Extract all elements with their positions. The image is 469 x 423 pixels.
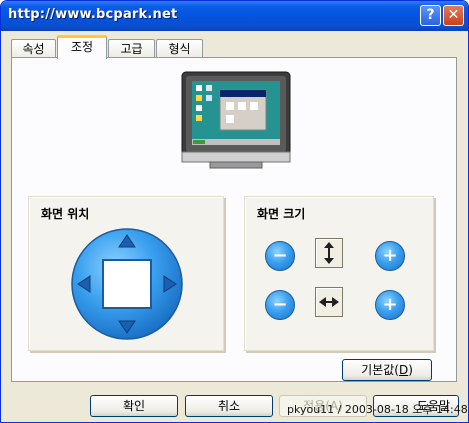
tab-adjust[interactable]: 조정 — [57, 35, 107, 59]
close-title-button[interactable]: ✕ — [443, 5, 464, 26]
horizontal-size-icon — [315, 287, 343, 317]
move-up-button[interactable] — [117, 231, 137, 251]
default-button-key: D — [398, 363, 409, 377]
plus-icon: + — [382, 245, 398, 266]
screen-position-title: 화면 위치 — [41, 207, 90, 221]
triangle-right-icon — [163, 275, 177, 293]
screen-size-title: 화면 크기 — [257, 207, 306, 221]
tab-panel-adjust: 화면 위치 화면 크기 − + − + 기본값(D) — [11, 57, 457, 382]
default-button-suffix: ) — [408, 363, 413, 377]
screen-size-group: 화면 크기 − + − + — [244, 196, 434, 351]
height-increase-button[interactable]: + — [375, 241, 405, 271]
tab-advanced[interactable]: 고급 — [108, 39, 155, 58]
window-title: http://www.bcpark.net — [8, 7, 178, 22]
minus-icon: − — [272, 294, 288, 315]
help-title-button[interactable]: ? — [420, 5, 441, 26]
title-bar[interactable]: http://www.bcpark.net ? ✕ — [1, 1, 468, 31]
close-icon: ✕ — [447, 7, 460, 23]
watermark-text: pkyou11 / 2003-08-18 오후 14:48 — [287, 403, 468, 416]
height-decrease-button[interactable]: − — [265, 241, 295, 271]
question-icon: ? — [426, 7, 435, 23]
monitor-illustration — [180, 70, 292, 170]
ok-button[interactable]: 확인 — [90, 395, 178, 417]
minus-icon: − — [272, 245, 288, 266]
tab-properties[interactable]: 속성 — [11, 39, 56, 58]
move-left-button[interactable] — [74, 274, 94, 294]
default-button-prefix: 기본값( — [361, 363, 399, 377]
position-dpad — [70, 227, 184, 341]
screen-position-group: 화면 위치 — [28, 196, 224, 351]
move-down-button[interactable] — [117, 317, 137, 337]
dialog-window: http://www.bcpark.net ? ✕ 속성 조정 고급 형식 화면… — [0, 0, 469, 423]
cancel-button[interactable]: 취소 — [185, 395, 273, 417]
triangle-left-icon — [77, 275, 91, 293]
triangle-down-icon — [118, 320, 136, 334]
tab-format[interactable]: 형식 — [156, 39, 203, 58]
default-button[interactable]: 기본값(D) — [342, 359, 432, 381]
width-increase-button[interactable]: + — [375, 290, 405, 320]
plus-icon: + — [382, 294, 398, 315]
triangle-up-icon — [118, 234, 136, 248]
move-right-button[interactable] — [160, 274, 180, 294]
vertical-size-icon — [315, 238, 343, 268]
width-decrease-button[interactable]: − — [265, 290, 295, 320]
